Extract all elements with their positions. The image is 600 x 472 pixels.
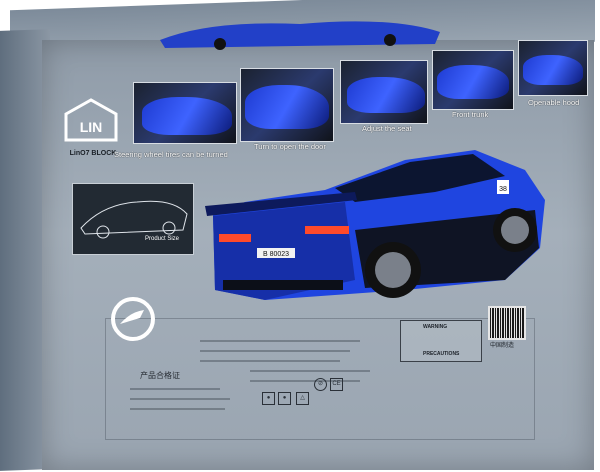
warning-title: WARNING	[423, 324, 448, 330]
feature-caption-trunk: Front trunk	[452, 110, 489, 119]
product-size-panel: Product Size	[72, 183, 194, 255]
feature-caption-hood: Openable hood	[528, 98, 580, 107]
no-small-parts-icon: ⊘	[314, 378, 327, 391]
brand-logo-icon: LIN	[64, 98, 118, 142]
circular-arrow-logo-icon	[111, 297, 155, 341]
cert-mark-icon: ●	[262, 392, 275, 405]
certificate-title: 产品合格证	[140, 371, 180, 380]
main-car-image: B 80023 38	[205, 150, 545, 300]
product-size-sketch	[80, 200, 188, 239]
feature-thumbnail-trunk	[432, 50, 514, 110]
car-side-number: 38	[499, 186, 507, 193]
feature-thumbnail-seat	[340, 60, 428, 124]
license-plate: B 80023	[263, 251, 289, 258]
precautions-title: PRECAUTIONS	[423, 351, 460, 357]
logo-letters: LIN	[80, 119, 103, 135]
toy-box-photo: LIN LinO7 BLOCK Steering wheel tires can…	[0, 0, 600, 472]
barcode	[488, 306, 526, 340]
warning-box: WARNING PRECAUTIONS	[400, 320, 482, 362]
product-size-label: Product Size	[145, 236, 180, 242]
ce-mark-icon: CE	[330, 378, 343, 391]
warning-triangle-icon: △	[296, 392, 309, 405]
feature-thumbnail-hood	[518, 40, 588, 96]
made-in-china-label: 中国制造	[490, 343, 515, 349]
top-flap-car-image	[160, 21, 440, 50]
cert-mark-icon: ●	[278, 392, 291, 405]
